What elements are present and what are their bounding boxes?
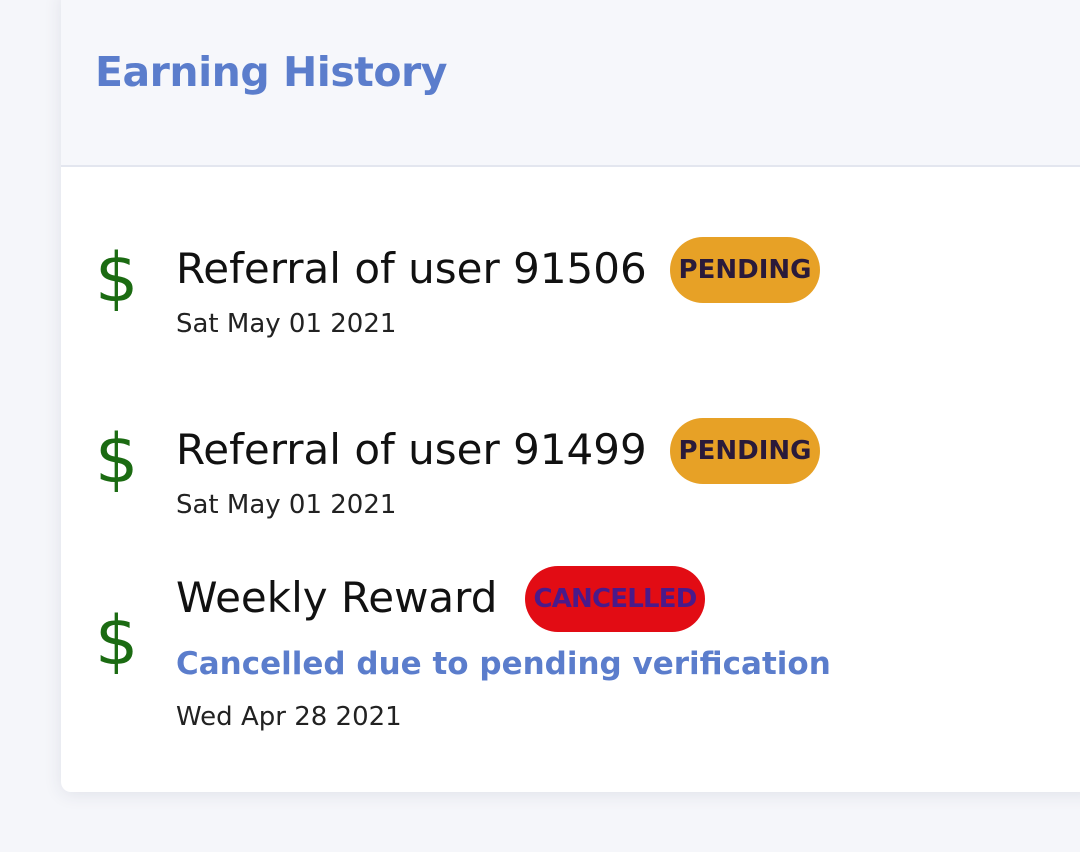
dollar-icon: $: [95, 420, 139, 499]
dollar-icon: $: [95, 239, 139, 318]
status-badge: CANCELLED: [525, 566, 705, 632]
status-badge: PENDING: [670, 237, 820, 303]
earning-history-card: Earning History $ Referral of user 91506…: [61, 0, 1080, 792]
entry-title: Referral of user 91506: [176, 244, 647, 293]
entry-date: Wed Apr 28 2021: [176, 702, 402, 732]
entry-date: Sat May 01 2021: [176, 490, 397, 520]
entry-title: Weekly Reward: [176, 573, 498, 622]
entry-date: Sat May 01 2021: [176, 309, 397, 339]
card-header: Earning History: [61, 0, 1080, 167]
dollar-icon: $: [95, 602, 139, 681]
entry-note: Cancelled due to pending verification: [176, 646, 831, 682]
status-badge: PENDING: [670, 418, 820, 484]
entry-title: Referral of user 91499: [176, 425, 647, 474]
page-title: Earning History: [95, 48, 447, 96]
